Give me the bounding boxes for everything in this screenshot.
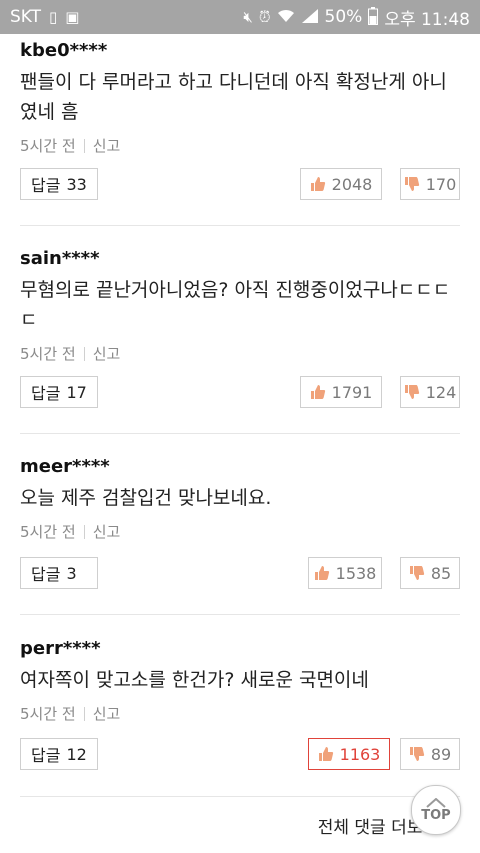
- image-icon: ▣: [65, 7, 80, 26]
- dislike-button[interactable]: 85: [400, 557, 460, 589]
- dislike-count: 124: [425, 382, 457, 402]
- comment-item: meer**** 오늘 제주 검찰입건 맞나보네요. 5시간 전 신고 답글 3…: [20, 456, 460, 589]
- comment-text: 오늘 제주 검찰입건 맞나보네요.: [20, 487, 272, 509]
- comment-actions: 답글 3 1538 85: [20, 557, 460, 591]
- reply-label: 답글: [31, 176, 61, 195]
- comment-time: 5시간 전: [20, 345, 76, 363]
- meta-divider: [83, 524, 85, 539]
- like-count: 2048: [331, 174, 373, 194]
- dislike-button[interactable]: 170: [400, 168, 460, 200]
- report-link[interactable]: 신고: [93, 521, 121, 542]
- comment-author[interactable]: meer****: [20, 456, 460, 477]
- comment-actions: 답글 33 2048 170: [20, 168, 460, 202]
- like-button[interactable]: 1791: [300, 376, 382, 408]
- comment-author[interactable]: sain****: [20, 248, 460, 269]
- report-link[interactable]: 신고: [93, 135, 121, 156]
- comment-divider: [20, 796, 460, 797]
- reply-count: 3: [66, 563, 77, 583]
- reply-count: 33: [66, 174, 87, 194]
- thumbs-up-icon: [314, 566, 329, 580]
- comment-item: sain**** 무혐의로 끝난거아니었음? 아직 진행중이었구나ㄷㄷㄷㄷ 5시…: [20, 248, 460, 408]
- thumbs-down-icon: [409, 747, 424, 761]
- reply-button[interactable]: 답글 12: [20, 738, 98, 770]
- like-count: 1163: [339, 744, 381, 764]
- battery-icon: [368, 6, 379, 28]
- reply-count: 17: [66, 382, 87, 402]
- like-button[interactable]: 2048: [300, 168, 382, 200]
- clock: 오후 11:48: [384, 9, 470, 30]
- thumbs-up-icon: [310, 385, 325, 399]
- like-count: 1791: [331, 382, 373, 402]
- comment-item: kbe0**** 팬들이 다 루머라고 하고 다니던데 아직 확정난게 아니였네…: [20, 40, 460, 200]
- mute-icon: 🔇︎: [243, 7, 253, 26]
- reply-button[interactable]: 답글 3: [20, 557, 98, 589]
- thumbs-down-icon: [404, 177, 419, 191]
- dislike-button[interactable]: 124: [400, 376, 460, 408]
- status-bar: SKT ▯ ▣ 🔇︎ ⏰︎ 50% 오후 11:48: [0, 0, 480, 34]
- meta-divider: [83, 138, 85, 153]
- like-button[interactable]: 1163: [308, 738, 390, 770]
- comment-divider: [20, 225, 460, 226]
- chevron-up-icon: [426, 797, 446, 808]
- reply-button[interactable]: 답글 17: [20, 376, 98, 408]
- like-button[interactable]: 1538: [308, 557, 382, 589]
- dislike-button[interactable]: 89: [400, 738, 460, 770]
- comment-text: 무혐의로 끝난거아니었음? 아직 진행중이었구나ㄷㄷㄷㄷ: [20, 279, 451, 331]
- alarm-icon: ⏰︎: [258, 7, 271, 26]
- reply-label: 답글: [31, 384, 61, 403]
- comment-author[interactable]: kbe0****: [20, 40, 460, 61]
- signal-icon: [301, 8, 319, 27]
- comment-meta: 5시간 전 신고: [20, 343, 460, 364]
- comment-item: perr**** 여자쪽이 맞고소를 한건가? 새로운 국면이네 5시간 전 신…: [20, 638, 460, 770]
- comment-text: 여자쪽이 맞고소를 한건가? 새로운 국면이네: [20, 669, 369, 691]
- reply-count: 12: [66, 744, 87, 764]
- report-link[interactable]: 신고: [93, 343, 121, 364]
- reply-label: 답글: [31, 746, 61, 765]
- comment-divider: [20, 433, 460, 434]
- comment-time: 5시간 전: [20, 137, 76, 155]
- comment-meta: 5시간 전 신고: [20, 521, 460, 542]
- comment-time: 5시간 전: [20, 523, 76, 541]
- thumbs-up-icon: [310, 177, 325, 191]
- reply-label: 답글: [31, 565, 61, 584]
- comment-time: 5시간 전: [20, 705, 76, 723]
- comment-divider: [20, 614, 460, 615]
- comment-text: 팬들이 다 루머라고 하고 다니던데 아직 확정난게 아니였네 흠: [20, 71, 447, 123]
- battery-percent: 50%: [324, 7, 363, 27]
- wifi-icon: [277, 8, 295, 27]
- comment-actions: 답글 17 1791 124: [20, 376, 460, 410]
- thumbs-up-icon: [318, 747, 333, 761]
- scroll-top-button[interactable]: TOP: [411, 785, 461, 835]
- dislike-count: 89: [430, 744, 452, 764]
- dislike-count: 85: [430, 563, 452, 583]
- meta-divider: [83, 706, 85, 721]
- like-count: 1538: [335, 563, 377, 583]
- top-label: TOP: [421, 807, 451, 823]
- comment-actions: 답글 12 1163 89: [20, 738, 460, 772]
- carrier-label: SKT: [10, 7, 42, 27]
- comment-meta: 5시간 전 신고: [20, 703, 460, 724]
- report-link[interactable]: 신고: [93, 703, 121, 724]
- comment-author[interactable]: perr****: [20, 638, 460, 659]
- reply-button[interactable]: 답글 33: [20, 168, 98, 200]
- thumbs-down-icon: [409, 566, 424, 580]
- dislike-count: 170: [425, 174, 457, 194]
- thumbs-down-icon: [404, 385, 419, 399]
- meta-divider: [83, 346, 85, 361]
- sim-icon: ▯: [49, 7, 58, 26]
- comment-meta: 5시간 전 신고: [20, 135, 460, 156]
